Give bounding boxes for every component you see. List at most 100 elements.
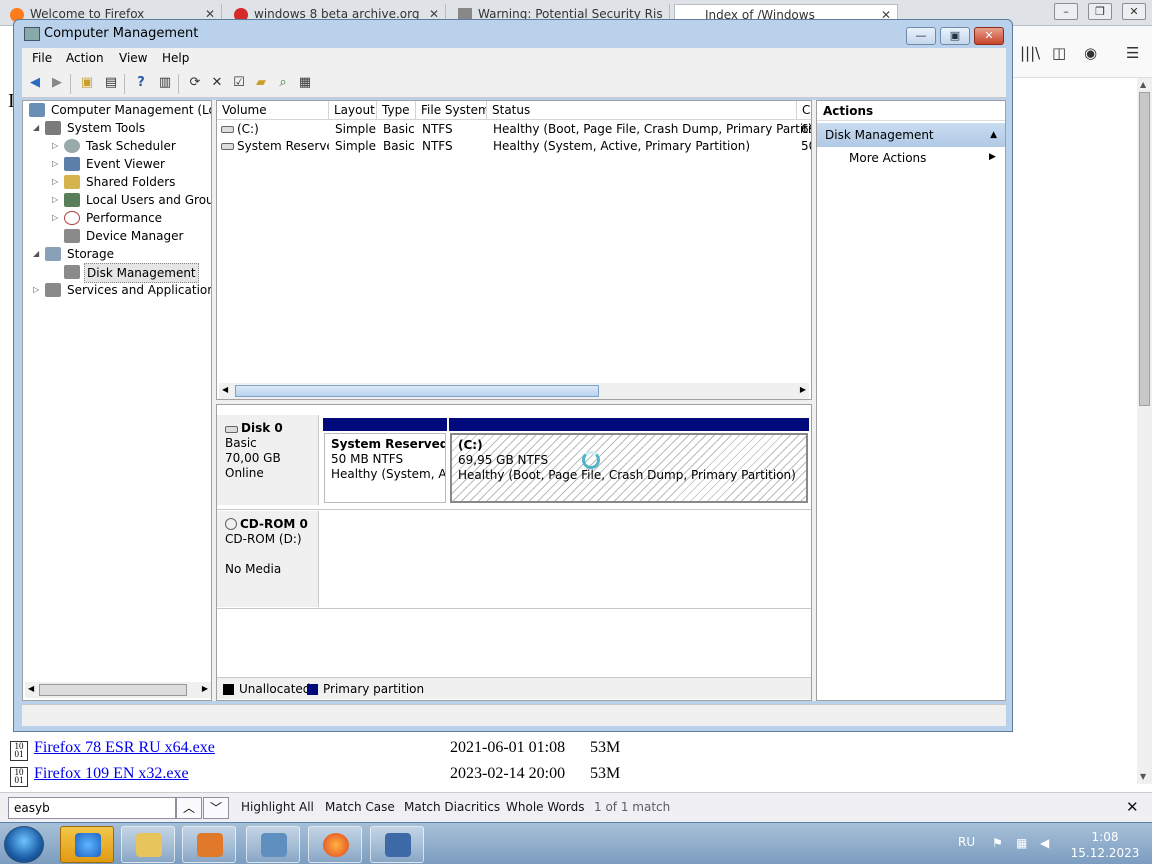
toolbar-separator xyxy=(124,74,125,94)
column-header-type[interactable]: Type xyxy=(377,101,416,120)
clock[interactable]: 1:08 15.12.2023 xyxy=(1070,829,1140,861)
network-icon[interactable]: ▦ xyxy=(1016,836,1030,850)
divider xyxy=(217,509,811,510)
menu-icon[interactable]: ☰ xyxy=(1126,44,1139,62)
more-actions[interactable]: More Actions xyxy=(849,151,926,165)
list-horizontal-scrollbar[interactable]: ◀ ▶ xyxy=(219,383,809,399)
refresh-icon[interactable]: ⟳ xyxy=(186,74,204,92)
page-scrollbar[interactable]: ▲ ▼ xyxy=(1137,78,1152,784)
cdrom-media: No Media xyxy=(225,562,282,576)
up-folder-icon[interactable]: ▣ xyxy=(78,74,96,92)
find-result: 1 of 1 match xyxy=(594,800,671,814)
partition-name: (C:) xyxy=(458,438,483,452)
partition-c[interactable]: (C:) 69,95 GB NTFS Healthy (Boot, Page F… xyxy=(450,433,808,503)
file-link[interactable]: Firefox 78 ESR RU x64.exe xyxy=(34,739,215,757)
show-hide-tree-icon[interactable]: ▤ xyxy=(102,74,120,92)
clock-date: 15.12.2023 xyxy=(1070,846,1140,860)
match-case-toggle[interactable]: Match Case xyxy=(325,800,395,814)
open-folder-icon[interactable]: ▰ xyxy=(252,74,270,92)
computer-icon xyxy=(29,103,45,117)
highlight-all-toggle[interactable]: Highlight All xyxy=(241,800,314,814)
match-diacritics-toggle[interactable]: Match Diacritics xyxy=(404,800,500,814)
volume-muted-icon[interactable]: ◀ xyxy=(1040,836,1054,850)
menu-bar: File Action View Help xyxy=(22,48,1006,70)
maximize-button[interactable]: ❐ xyxy=(1088,3,1112,20)
scroll-left-icon[interactable]: ◀ xyxy=(28,684,34,693)
table-row[interactable]: (C:) Simple Basic NTFS Healthy (Boot, Pa… xyxy=(217,121,811,138)
volume-icon xyxy=(221,126,234,133)
show-hide-action-pane-icon[interactable]: ▥ xyxy=(156,74,174,92)
partition-system-reserved[interactable]: System Reserved 50 MB NTFS Healthy (Syst… xyxy=(324,433,446,503)
scroll-down-icon[interactable]: ▼ xyxy=(1140,772,1146,781)
menu-action[interactable]: Action xyxy=(66,51,104,65)
language-indicator[interactable]: RU xyxy=(958,835,975,849)
partition-header-bar xyxy=(323,418,447,431)
tools-icon xyxy=(45,121,61,135)
menu-file[interactable]: File xyxy=(32,51,52,65)
close-button[interactable]: ✕ xyxy=(1122,3,1146,20)
cell-capacity: 69 xyxy=(801,122,811,136)
column-header-capacity[interactable]: C xyxy=(797,101,811,120)
disk-management-icon xyxy=(64,265,80,279)
partition-name: System Reserved xyxy=(331,437,446,451)
browser-toolbar: |||\ ◫ ◉ ☰ xyxy=(1012,26,1152,78)
column-header-file-system[interactable]: File System xyxy=(416,101,487,120)
properties-icon[interactable]: ☑ xyxy=(230,74,248,92)
actions-section-disk-management[interactable]: Disk Management ▲ xyxy=(817,123,1005,147)
scroll-left-icon[interactable]: ◀ xyxy=(222,385,228,394)
firefox-icon[interactable] xyxy=(308,826,362,863)
cdrom-name: CD-ROM 0 xyxy=(240,517,308,531)
search-icon[interactable]: ⌕ xyxy=(274,74,292,92)
close-button[interactable]: ✕ xyxy=(974,27,1004,45)
scroll-up-icon[interactable]: ▲ xyxy=(1140,80,1146,89)
minimize-button[interactable]: – xyxy=(1054,3,1078,20)
internet-explorer-icon[interactable] xyxy=(60,826,114,863)
cdrom-0-label[interactable]: CD-ROM 0 CD-ROM (D:) No Media xyxy=(217,511,319,607)
back-icon[interactable]: ◀ xyxy=(26,74,44,92)
settings-icon[interactable]: ▦ xyxy=(296,74,314,92)
scroll-thumb[interactable] xyxy=(39,684,187,696)
close-find-bar-icon[interactable]: ✕ xyxy=(1126,798,1139,816)
sidebar-icon[interactable]: ◫ xyxy=(1052,44,1066,62)
forward-icon[interactable]: ▶ xyxy=(48,74,66,92)
delete-icon[interactable]: ✕ xyxy=(208,74,226,92)
start-button[interactable] xyxy=(4,826,44,863)
toolbar-separator xyxy=(70,74,71,94)
control-panel-icon[interactable] xyxy=(246,826,300,863)
maximize-button[interactable]: ▣ xyxy=(940,27,970,45)
help-icon[interactable]: ? xyxy=(132,74,150,92)
minimize-button[interactable]: — xyxy=(906,27,936,45)
scroll-right-icon[interactable]: ▶ xyxy=(202,684,208,693)
find-previous-button[interactable]: ︿ xyxy=(176,797,202,819)
column-header-volume[interactable]: Volume xyxy=(217,101,329,120)
clock-icon xyxy=(64,139,80,153)
media-player-icon[interactable] xyxy=(182,826,236,863)
remote-desktop-icon[interactable] xyxy=(370,826,424,863)
scroll-thumb[interactable] xyxy=(235,385,599,397)
users-icon xyxy=(64,193,80,207)
column-header-status[interactable]: Status xyxy=(487,101,797,120)
find-next-button[interactable]: ﹀ xyxy=(203,797,229,819)
device-manager-icon xyxy=(64,229,80,243)
scroll-right-icon[interactable]: ▶ xyxy=(800,385,806,394)
disk-0-label[interactable]: Disk 0 Basic 70,00 GB Online xyxy=(217,415,319,505)
file-link[interactable]: Firefox 109 EN x32.exe xyxy=(34,765,189,783)
scroll-thumb[interactable] xyxy=(1139,92,1150,406)
account-icon[interactable]: ◉ xyxy=(1084,44,1097,62)
library-icon[interactable]: |||\ xyxy=(1020,44,1040,62)
table-row[interactable]: System Reserved Simple Basic NTFS Health… xyxy=(217,138,811,155)
menu-help[interactable]: Help xyxy=(162,51,189,65)
whole-words-toggle[interactable]: Whole Words xyxy=(506,800,584,814)
find-input[interactable]: easyb xyxy=(8,797,176,819)
menu-view[interactable]: View xyxy=(119,51,147,65)
file-explorer-icon[interactable] xyxy=(121,826,175,863)
tree-horizontal-scrollbar[interactable]: ◀ ▶ xyxy=(25,682,211,698)
collapse-icon[interactable]: ▲ xyxy=(990,123,997,147)
cell-status: Healthy (System, Active, Primary Partiti… xyxy=(493,139,751,153)
flag-icon[interactable]: ⚑ xyxy=(992,836,1006,850)
partition-size: 50 MB NTFS xyxy=(331,452,404,466)
cdrom-drive: CD-ROM (D:) xyxy=(225,532,302,546)
volume-list: Volume Layout Type File System Status C … xyxy=(216,100,812,400)
divider xyxy=(217,608,811,609)
column-header-layout[interactable]: Layout xyxy=(329,101,377,120)
